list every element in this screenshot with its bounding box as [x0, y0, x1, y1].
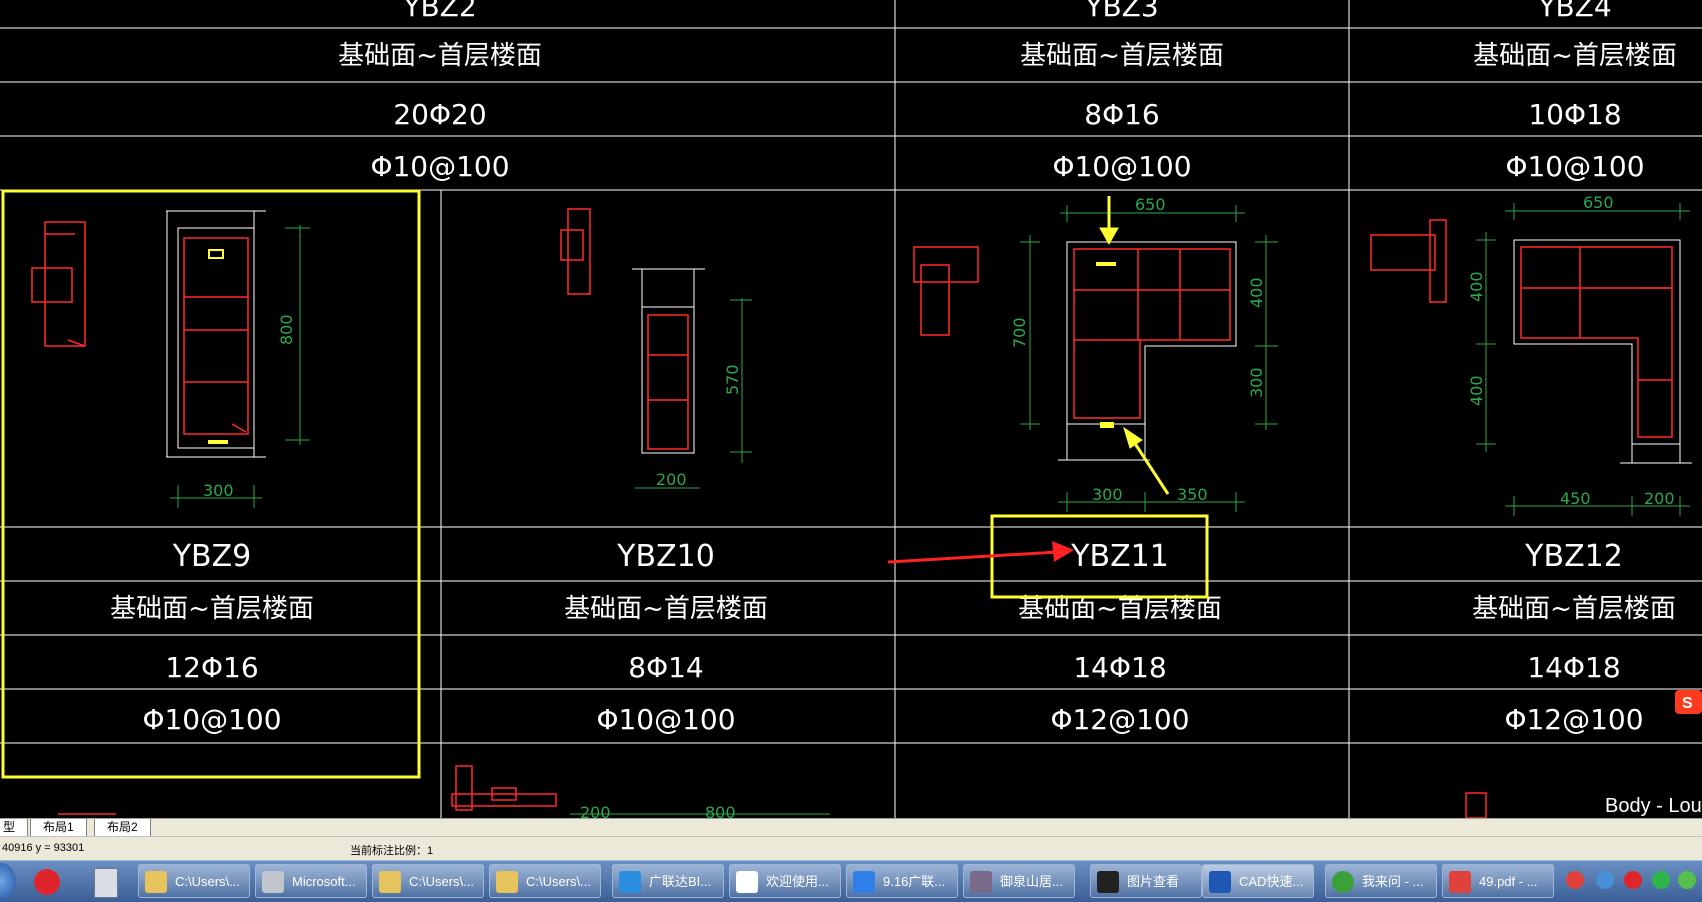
ybz10-section-drawing: 570 200	[560, 208, 752, 489]
taskbar-item-welcome[interactable]: 欢迎使用...	[729, 864, 841, 898]
taskbar-item-image-viewer[interactable]: 图片查看	[1090, 864, 1202, 898]
cad-drawing-canvas[interactable]: YBZ2 YBZ3 YBZ4 基础面~首层楼面 基础面~首层楼面 基础面~首层楼…	[0, 0, 1702, 818]
main-rebar-spec: 14Φ18	[1073, 651, 1166, 684]
bottom-dim-a: 200	[580, 803, 611, 818]
taskbar-item-explorer[interactable]: C:\Users\...	[138, 864, 250, 898]
ybz12-bottom-right-dim: 200	[1644, 489, 1675, 508]
t-app-icon	[619, 871, 641, 893]
elevation-range: 基础面~首层楼面	[338, 41, 542, 71]
taskbar-item-cad[interactable]: CAD快速...	[1202, 864, 1314, 898]
sogou-tray-icon[interactable]	[1566, 871, 1584, 889]
taskbar-item-explorer[interactable]: C:\Users\...	[372, 864, 484, 898]
ybz9-section-drawing: 800 300	[31, 210, 310, 508]
elevation-range: 基础面~首层楼面	[1020, 41, 1224, 71]
main-rebar-spec: 14Φ18	[1527, 651, 1620, 684]
main-rebar-spec: 12Φ16	[165, 651, 258, 684]
folder-icon	[379, 871, 401, 893]
tab-layout2[interactable]: 布局2	[94, 819, 151, 837]
elevation-range: 基础面~首层楼面	[1472, 594, 1676, 624]
taskbar-item-wps[interactable]: 9.16广联...	[846, 864, 958, 898]
cad-drawing-svg[interactable]: YBZ2 YBZ3 YBZ4 基础面~首层楼面 基础面~首层楼面 基础面~首层楼…	[0, 0, 1702, 818]
ybz12-left-upper-dim: 400	[1467, 271, 1486, 302]
calculator-icon[interactable]	[94, 868, 118, 898]
ybz11-right-lower-dim: 300	[1247, 367, 1266, 398]
elevation-range: 基础面~首层楼面	[110, 594, 314, 624]
annotation-scale: 当前标注比例：1	[350, 845, 434, 857]
ybz10-height-dim: 570	[723, 364, 742, 395]
red-arrow-icon	[887, 541, 1074, 564]
stirrup-spec: Φ10@100	[142, 703, 281, 736]
layout-tab-bar: 型 布局1 布局2	[0, 818, 1702, 837]
tab-model[interactable]: 型	[0, 819, 29, 837]
network-tray-icon[interactable]	[1596, 871, 1614, 889]
cad-icon	[1209, 871, 1231, 893]
overlay-caption: Body - Lou	[1605, 795, 1702, 817]
folder-icon	[496, 871, 518, 893]
ime-icon[interactable]: S	[1675, 690, 1702, 714]
ybz11-height-dim: 700	[1010, 317, 1029, 348]
column-name-ybz12: YBZ12	[1524, 539, 1623, 574]
highlight-mark	[1096, 262, 1116, 266]
word-icon	[853, 871, 875, 893]
photo-icon	[970, 871, 992, 893]
yellow-arrow-icon	[1099, 196, 1170, 495]
highlight-mark	[1100, 422, 1114, 428]
ybz12-section-drawing: 650 400 400 450 200	[1370, 193, 1692, 516]
pdf-icon	[1449, 871, 1471, 893]
taskbar-item-microsoft[interactable]: Microsoft...	[255, 864, 367, 898]
elevation-range: 基础面~首层楼面	[1473, 41, 1677, 71]
netease-tray-icon[interactable]	[1624, 871, 1642, 889]
taskbar-item-photo[interactable]: 御泉山居...	[963, 864, 1075, 898]
column-name-ybz10: YBZ10	[616, 539, 715, 574]
qq-icon	[1097, 871, 1119, 893]
taskbar-item-pdf[interactable]: 49.pdf - ...	[1442, 864, 1554, 898]
stirrup-spec: Φ10@100	[370, 150, 509, 183]
coordinate-readout: 40916 y = 93301	[2, 842, 85, 854]
drive-icon	[262, 871, 284, 893]
svg-text:S: S	[1682, 695, 1693, 712]
ybz12-top-dim: 650	[1583, 193, 1614, 212]
ybz11-bottom-right-dim: 350	[1177, 485, 1208, 504]
table-grid	[0, 0, 1702, 818]
security-tray-icon[interactable]	[1678, 871, 1696, 889]
bottom-row-partial-drawing: 200 800	[58, 765, 1487, 818]
elevation-range: 基础面~首层楼面	[564, 594, 768, 624]
ybz9-width-dim: 300	[203, 481, 234, 500]
ybz11-bottom-left-dim: 300	[1092, 485, 1123, 504]
tab-layout1[interactable]: 布局1	[30, 819, 87, 837]
ybz10-width-dim: 200	[656, 470, 687, 489]
column-name-ybz2: YBZ2	[402, 0, 476, 23]
taskbar: C:\Users\... Microsoft... C:\Users\... C…	[0, 860, 1702, 902]
ybz11-top-dim: 650	[1135, 195, 1166, 214]
browser-icon	[1332, 871, 1354, 893]
main-rebar-spec: 8Φ16	[1084, 98, 1159, 131]
folder-icon	[145, 871, 167, 893]
main-rebar-spec: 10Φ18	[1528, 98, 1621, 131]
main-rebar-spec: 20Φ20	[393, 98, 486, 131]
column-name-ybz11: YBZ11	[1070, 539, 1169, 574]
taskbar-item-explorer[interactable]: C:\Users\...	[489, 864, 601, 898]
wechat-tray-icon[interactable]	[1652, 871, 1670, 889]
main-rebar-spec: 8Φ14	[628, 651, 703, 684]
stirrup-spec: Φ10@100	[1505, 150, 1644, 183]
ybz12-left-lower-dim: 400	[1467, 375, 1486, 406]
taskbar-item-glodon[interactable]: 广联达BI...	[612, 864, 724, 898]
ybz9-height-dim: 800	[277, 314, 296, 345]
ybz11-right-upper-dim: 400	[1247, 277, 1266, 308]
stirrup-spec: Φ12@100	[1504, 703, 1643, 736]
status-bar: 40916 y = 93301 当前标注比例：1	[0, 836, 1702, 861]
stirrup-spec: Φ10@100	[596, 703, 735, 736]
column-name-ybz4: YBZ4	[1537, 0, 1611, 23]
bottom-dim-b: 800	[705, 803, 736, 818]
ybz12-bottom-left-dim: 450	[1560, 489, 1591, 508]
document-icon	[736, 871, 758, 893]
start-button[interactable]	[0, 863, 16, 899]
stirrup-spec: Φ12@100	[1050, 703, 1189, 736]
netease-music-icon[interactable]	[34, 869, 60, 895]
stirrup-spec: Φ10@100	[1052, 150, 1191, 183]
ybz11-section-drawing: 650 700 400 300 300 350	[913, 195, 1278, 512]
column-name-ybz3: YBZ3	[1084, 0, 1158, 23]
taskbar-item-browser[interactable]: 我来问 - ...	[1325, 864, 1437, 898]
column-name-ybz9: YBZ9	[172, 539, 252, 574]
